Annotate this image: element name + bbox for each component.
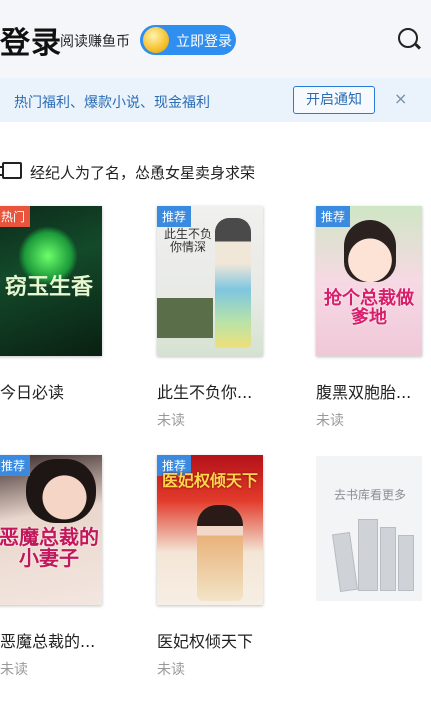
- cover-art: [215, 218, 251, 348]
- book-title[interactable]: 医妃权倾天下: [157, 628, 253, 652]
- recommend-badge: 推荐: [316, 206, 351, 227]
- go-to-library-label: 去书库看更多: [334, 488, 407, 502]
- book-cover[interactable]: 推荐 此生不负你情深: [157, 206, 263, 356]
- cover-title: 窃玉生香: [4, 275, 93, 300]
- close-icon[interactable]: ×: [394, 89, 407, 108]
- cover-art: [344, 220, 396, 282]
- recommend-badge: 推荐: [0, 455, 31, 476]
- book-cover[interactable]: 推荐 恶魔总裁的小妻子: [0, 455, 102, 605]
- recommend-badge: 推荐: [157, 206, 192, 227]
- book-cover[interactable]: 推荐 抢个总裁做爹地: [316, 206, 422, 356]
- top-header: 登录 阅读赚鱼币 立即登录: [0, 0, 431, 78]
- book-cover[interactable]: 推荐 医妃权倾天下: [157, 455, 263, 605]
- hot-badge: 热门: [0, 206, 31, 227]
- cover-title: 此生不负你情深: [163, 227, 212, 254]
- coin-promo-text: 阅读赚鱼币: [60, 34, 130, 50]
- bookshelf-icon: [358, 519, 378, 591]
- bookshelf-icon: [398, 535, 414, 591]
- book-title[interactable]: 今日必读: [0, 379, 64, 403]
- notice-icon: [0, 162, 22, 179]
- book-title[interactable]: 腹黑双胞胎...: [316, 379, 411, 403]
- notification-banner: 热门福利、爆款小说、现金福利 开启通知 ×: [0, 78, 431, 122]
- login-button-label: 立即登录: [176, 34, 232, 50]
- search-icon[interactable]: [398, 28, 418, 48]
- read-status: 未读: [316, 413, 344, 429]
- bookshelf-icon: [380, 527, 396, 591]
- book-title[interactable]: 此生不负你...: [157, 379, 252, 403]
- enable-notification-button[interactable]: 开启通知: [293, 86, 375, 114]
- bookshelf-icon: [332, 532, 358, 592]
- read-status: 未读: [157, 413, 185, 429]
- cover-art: [26, 459, 96, 523]
- go-to-library-card[interactable]: 去书库看更多: [316, 456, 422, 601]
- cover-title: 医妃权倾天下: [161, 471, 258, 490]
- login-title[interactable]: 登录: [0, 18, 62, 62]
- notice-text[interactable]: 经纪人为了名，怂恿女星卖身求荣: [30, 162, 255, 183]
- cover-title: 恶魔总裁的小妻子: [0, 525, 99, 570]
- read-status: 未读: [0, 662, 28, 678]
- book-title[interactable]: 恶魔总裁的...: [0, 628, 95, 652]
- cover-title: 抢个总裁做爹地: [324, 288, 414, 328]
- cover-art: [157, 298, 213, 338]
- book-cover[interactable]: 热门 窃玉生香: [0, 206, 102, 356]
- cover-art: [197, 505, 243, 601]
- read-status: 未读: [157, 662, 185, 678]
- login-button[interactable]: 立即登录: [140, 25, 236, 55]
- coin-icon: [143, 27, 169, 53]
- banner-text: 热门福利、爆款小说、现金福利: [14, 95, 210, 111]
